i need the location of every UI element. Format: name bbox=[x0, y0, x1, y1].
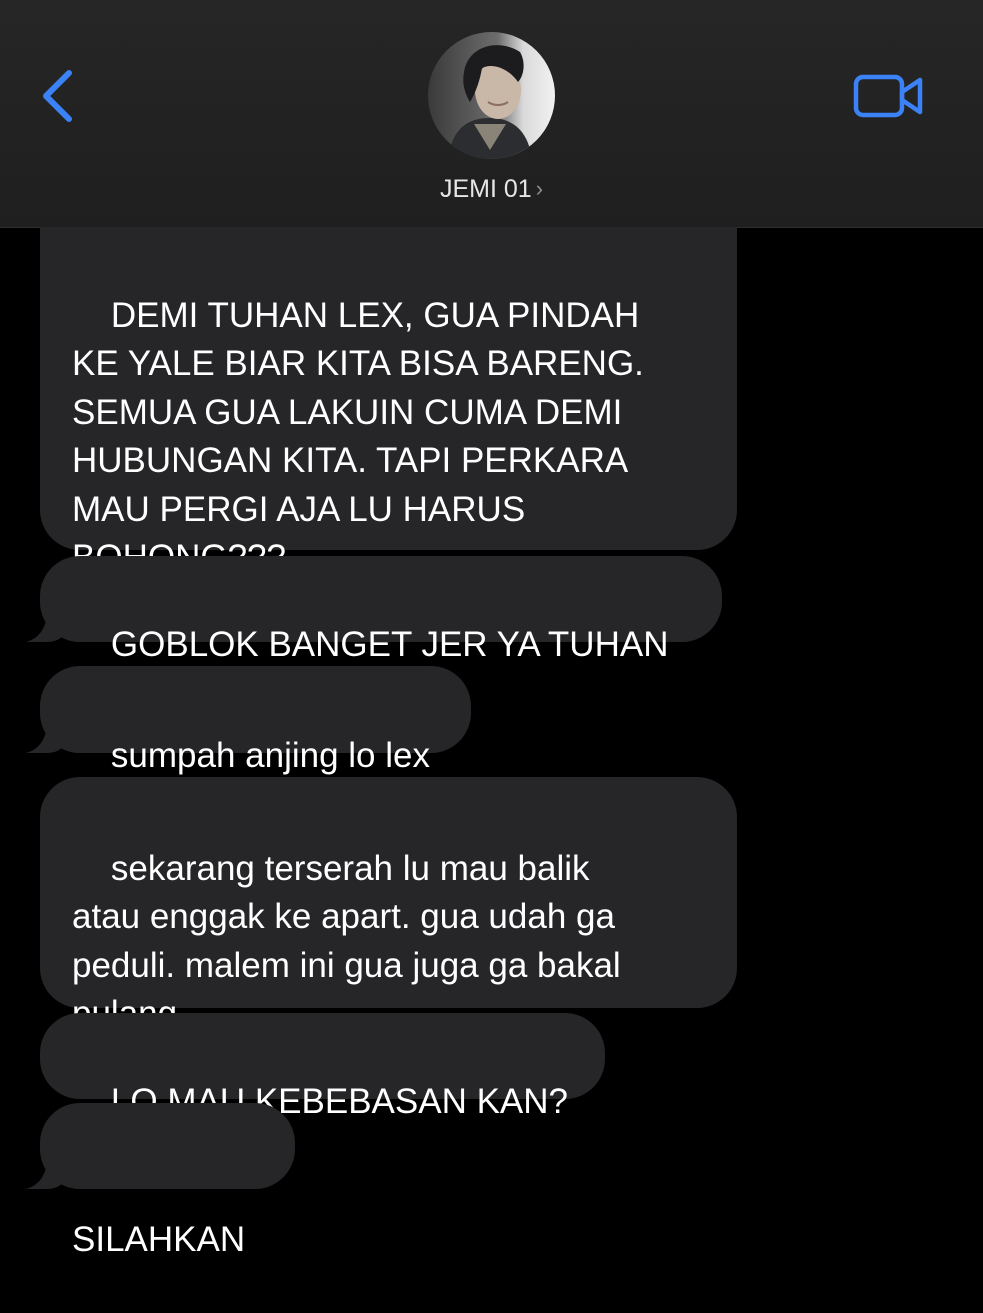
message-text: GOBLOK BANGET JER YA TUHAN bbox=[110, 624, 669, 664]
message-bubble[interactable]: LO MAU KEBEBASAN KAN? bbox=[40, 1013, 605, 1121]
video-camera-icon bbox=[853, 74, 923, 118]
message-bubble[interactable]: DEMI TUHAN LEX, GUA PINDAH KE YALE BIAR … bbox=[40, 227, 737, 577]
chevron-left-icon bbox=[43, 70, 72, 122]
avatar-photo bbox=[428, 32, 555, 159]
contact-avatar[interactable] bbox=[428, 32, 555, 159]
message-text: sumpah anjing lo lex bbox=[110, 735, 430, 775]
message-text: DEMI TUHAN LEX, GUA PINDAH KE YALE BIAR … bbox=[72, 295, 644, 578]
message-thread[interactable]: DEMI TUHAN LEX, GUA PINDAH KE YALE BIAR … bbox=[0, 227, 983, 1259]
contact-name-button[interactable]: JEMI 01 › bbox=[0, 172, 983, 206]
message-bubble[interactable]: sumpah anjing lo lex bbox=[40, 666, 471, 775]
message-text: SILAHKAN bbox=[72, 1220, 246, 1259]
back-button[interactable] bbox=[36, 64, 86, 128]
facetime-video-button[interactable] bbox=[852, 72, 926, 120]
contact-name: JEMI 01 bbox=[439, 175, 532, 203]
chevron-right-icon: › bbox=[535, 176, 544, 201]
message-bubble[interactable]: GOBLOK BANGET JER YA TUHAN bbox=[40, 556, 722, 664]
conversation-header: JEMI 01 › bbox=[0, 0, 983, 228]
message-bubble[interactable]: SILAHKAN bbox=[40, 1103, 295, 1259]
message-bubble[interactable]: sekarang terserah lu mau balik atau engg… bbox=[40, 777, 737, 1033]
message-text: sekarang terserah lu mau balik atau engg… bbox=[72, 848, 621, 1034]
